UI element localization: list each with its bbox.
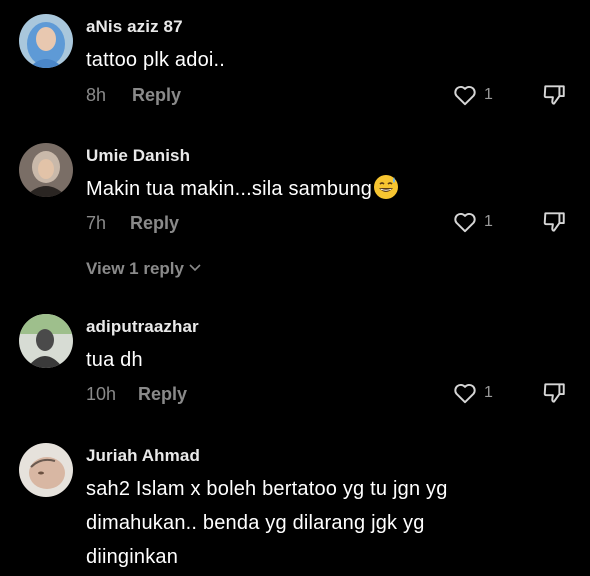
reply-button[interactable]: Reply bbox=[132, 85, 181, 106]
reply-button[interactable]: Reply bbox=[130, 213, 179, 234]
avatar[interactable] bbox=[19, 443, 73, 497]
view-replies-button[interactable]: View 1 reply bbox=[86, 259, 202, 279]
comment-username[interactable]: adiputraazhar bbox=[86, 317, 199, 337]
view-replies-label: View 1 reply bbox=[86, 259, 184, 278]
thumbs-down-icon[interactable] bbox=[541, 82, 567, 108]
grinning-face-with-sweat-emoji bbox=[373, 174, 399, 200]
comment-text-line: diinginkan bbox=[86, 546, 179, 568]
heart-icon[interactable] bbox=[452, 82, 478, 108]
comment-text-content: Makin tua makin...sila sambung bbox=[86, 178, 373, 200]
comment-username[interactable]: aNis aziz 87 bbox=[86, 17, 183, 37]
comment-text-line: sah2 Islam x boleh bertatoo yg tu jgn yg bbox=[86, 478, 448, 500]
avatar[interactable] bbox=[19, 14, 73, 68]
comment-time: 10h bbox=[86, 384, 117, 404]
like-count: 1 bbox=[484, 384, 493, 401]
comment-username[interactable]: Juriah Ahmad bbox=[86, 446, 200, 466]
chevron-down-icon bbox=[188, 259, 202, 279]
like-count: 1 bbox=[484, 86, 493, 103]
thumbs-down-icon[interactable] bbox=[541, 380, 567, 406]
heart-icon[interactable] bbox=[452, 380, 478, 406]
comment-text: Makin tua makin...sila sambung bbox=[86, 172, 556, 206]
comment-text: tua dh bbox=[86, 349, 143, 371]
comment-text-line: dimahukan.. benda yg dilarang jgk yg bbox=[86, 512, 425, 534]
comment-text: tattoo plk adoi.. bbox=[86, 49, 226, 71]
avatar[interactable] bbox=[19, 314, 73, 368]
avatar[interactable] bbox=[19, 143, 73, 197]
heart-icon[interactable] bbox=[452, 209, 478, 235]
comment-username[interactable]: Umie Danish bbox=[86, 146, 190, 166]
like-count: 1 bbox=[484, 213, 493, 230]
reply-button[interactable]: Reply bbox=[138, 384, 187, 405]
comment-time: 7h bbox=[86, 213, 107, 233]
comment-time: 8h bbox=[86, 85, 107, 105]
comment-text: sah2 Islam x boleh bertatoo yg tu jgn yg… bbox=[86, 472, 556, 574]
thumbs-down-icon[interactable] bbox=[541, 209, 567, 235]
